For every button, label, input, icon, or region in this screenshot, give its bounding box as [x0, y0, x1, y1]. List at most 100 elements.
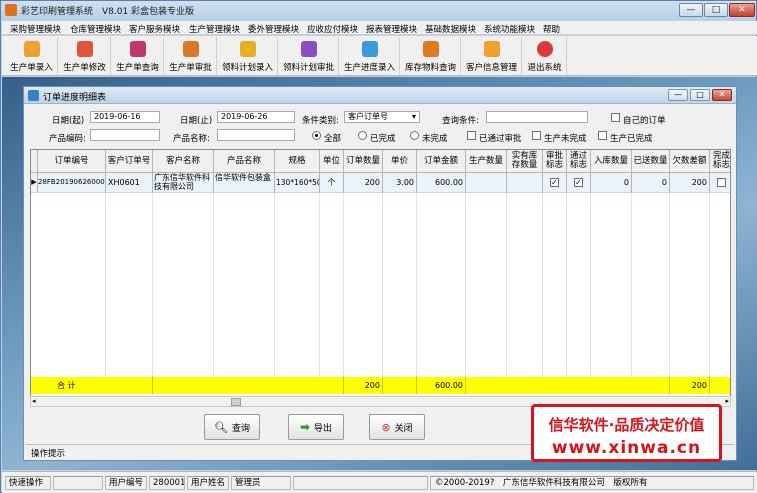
menu-system[interactable]: 系统功能模块 [484, 23, 535, 35]
menu-receivable-payable[interactable]: 应收应付模块 [307, 23, 358, 35]
child-minimize-button[interactable]: — [668, 89, 688, 101]
toolbar-inventory-query-button[interactable]: 库存物料查询 [401, 37, 461, 75]
grid-line [631, 193, 632, 377]
toolbar-label: 生产单审批 [169, 63, 212, 73]
menu-base-data[interactable]: 基础数据模块 [425, 23, 476, 35]
scroll-right-icon[interactable]: ▸ [725, 397, 729, 405]
cell-order-no[interactable]: 28FB201906260001 [38, 173, 106, 193]
cell-unit[interactable]: 个 [320, 173, 344, 193]
toolbar-material-approve-button[interactable]: 领料计划审批 [279, 37, 339, 75]
query-condition-label: 查询条件: [442, 116, 479, 126]
form-icon [28, 90, 39, 101]
cell-stock-qty[interactable] [507, 173, 543, 193]
toolbar-order-edit-button[interactable]: 生产单修改 [59, 37, 111, 75]
date-end-field[interactable]: 2019-06-26 [217, 111, 295, 123]
cell-pass-flag[interactable]: ✓ [567, 173, 591, 193]
header-qty[interactable]: 订单数量 [344, 150, 383, 173]
total-qty: 200 [344, 377, 383, 394]
cell-in-qty[interactable]: 0 [591, 173, 632, 193]
condition-type-select[interactable]: 客户订单号 ▾ [344, 111, 420, 123]
radio-completed[interactable] [358, 131, 367, 140]
menu-customer-service[interactable]: 客户服务模块 [129, 23, 180, 35]
order-approve-icon [182, 41, 199, 57]
query-condition-input[interactable] [486, 111, 588, 123]
total-spacer [466, 377, 670, 394]
product-name-input[interactable] [217, 129, 295, 141]
title-bar[interactable]: 彩艺印刷管理系统 V8.01 彩盒包装专业版 — □ ✕ [1, 1, 757, 19]
cell-diff[interactable]: 200 [670, 173, 710, 193]
toolbar-order-query-button[interactable]: 生产单查询 [112, 37, 164, 75]
toolbar-progress-entry-button[interactable]: 生产进度录入 [340, 37, 400, 75]
minimize-button[interactable]: — [679, 3, 703, 17]
cell-qty[interactable]: 200 [344, 173, 383, 193]
done-flag-checkbox[interactable] [717, 178, 726, 187]
close-button[interactable]: ⊗ 关闭 [369, 414, 425, 440]
my-orders-checkbox[interactable] [611, 113, 620, 122]
child-title-bar[interactable]: 订单进度明细表 — □ ✕ [24, 87, 736, 104]
header-unit[interactable]: 单位 [320, 150, 344, 173]
approve-flag-checkbox[interactable]: ✓ [550, 178, 559, 187]
header-prod-qty[interactable]: 生产数量 [466, 150, 507, 173]
cell-approve-flag[interactable]: ✓ [543, 173, 567, 193]
header-spec[interactable]: 规格 [275, 150, 320, 173]
header-amount[interactable]: 订单金额 [417, 150, 466, 173]
radio-all[interactable] [312, 131, 321, 140]
menu-purchase[interactable]: 采购管理模块 [10, 23, 61, 35]
cell-amount[interactable]: 600.00 [417, 173, 466, 193]
cell-spec[interactable]: 130*160*50 [275, 173, 320, 193]
close-window-button[interactable]: ✕ [729, 3, 755, 17]
cell-cust-order[interactable]: XH0601 [106, 173, 153, 193]
header-sent-qty[interactable]: 已送数量 [632, 150, 670, 173]
order-progress-grid[interactable]: 订单编号 客户订单号 客户名称 产品名称 规格 单位 订单数量 单价 订单金额 … [30, 149, 731, 407]
header-diff[interactable]: 欠数差额 [670, 150, 710, 173]
menu-outsourcing[interactable]: 委外管理模块 [248, 23, 299, 35]
header-pass-flag[interactable]: 通过标志 [567, 150, 591, 173]
row-indicator-header [31, 150, 38, 173]
material-approve-icon [300, 41, 317, 57]
watermark-slogan: 信华软件·品质决定价值 [548, 416, 705, 434]
row-pointer-icon: ▶ [31, 173, 38, 193]
child-close-button[interactable]: ✕ [712, 89, 732, 101]
grid-line [465, 193, 466, 377]
toolbar-material-plan-button[interactable]: 领料计划录入 [218, 37, 278, 75]
scrollbar-thumb[interactable] [231, 398, 241, 406]
header-customer[interactable]: 客户名称 [153, 150, 214, 173]
cell-product[interactable]: 信华软件包装盒 [214, 173, 275, 193]
scroll-left-icon[interactable]: ◂ [32, 397, 36, 405]
approved-checkbox[interactable] [467, 131, 476, 140]
prod-completed-checkbox[interactable] [598, 131, 607, 140]
query-button[interactable]: 🔍︎ 查询 [204, 414, 260, 440]
header-order-no[interactable]: 订单编号 [38, 150, 106, 173]
cell-done-flag[interactable] [710, 173, 730, 193]
export-button[interactable]: ➡ 导出 [288, 414, 344, 440]
header-done-flag[interactable]: 完成标志 [710, 150, 730, 173]
arrow-right-icon: ➡ [299, 420, 311, 434]
approved-label: 已通过审批 [479, 134, 522, 144]
menu-reports[interactable]: 报表管理模块 [366, 23, 417, 35]
grid-line [274, 193, 275, 377]
cell-sent-qty[interactable]: 0 [632, 173, 670, 193]
header-product[interactable]: 产品名称 [214, 150, 275, 173]
maximize-button[interactable]: □ [704, 3, 728, 17]
prod-incomplete-checkbox[interactable] [532, 131, 541, 140]
toolbar-order-entry-button[interactable]: 生产单录入 [6, 37, 58, 75]
child-maximize-button[interactable]: □ [690, 89, 710, 101]
toolbar-exit-button[interactable]: 退出系统 [523, 37, 567, 75]
radio-incomplete[interactable] [410, 131, 419, 140]
menu-production[interactable]: 生产管理模块 [189, 23, 240, 35]
toolbar-customer-info-button[interactable]: 客户信息管理 [462, 37, 522, 75]
menu-warehouse[interactable]: 仓库管理模块 [70, 23, 121, 35]
menu-help[interactable]: 帮助 [543, 23, 560, 35]
header-stock-qty[interactable]: 实有库存数量 [507, 150, 543, 173]
header-cust-order[interactable]: 客户订单号 [106, 150, 153, 173]
pass-flag-checkbox[interactable]: ✓ [574, 178, 583, 187]
header-price[interactable]: 单价 [383, 150, 417, 173]
cell-price[interactable]: 3.00 [383, 173, 417, 193]
cell-prod-qty[interactable] [466, 173, 507, 193]
header-in-qty[interactable]: 入库数量 [591, 150, 632, 173]
cell-customer[interactable]: 广东信华软件科技有限公司 [153, 173, 214, 193]
toolbar-order-approve-button[interactable]: 生产单审批 [165, 37, 217, 75]
product-code-input[interactable] [90, 129, 160, 141]
date-start-field[interactable]: 2019-06-16 [90, 111, 160, 123]
header-approve-flag[interactable]: 审批标志 [543, 150, 567, 173]
